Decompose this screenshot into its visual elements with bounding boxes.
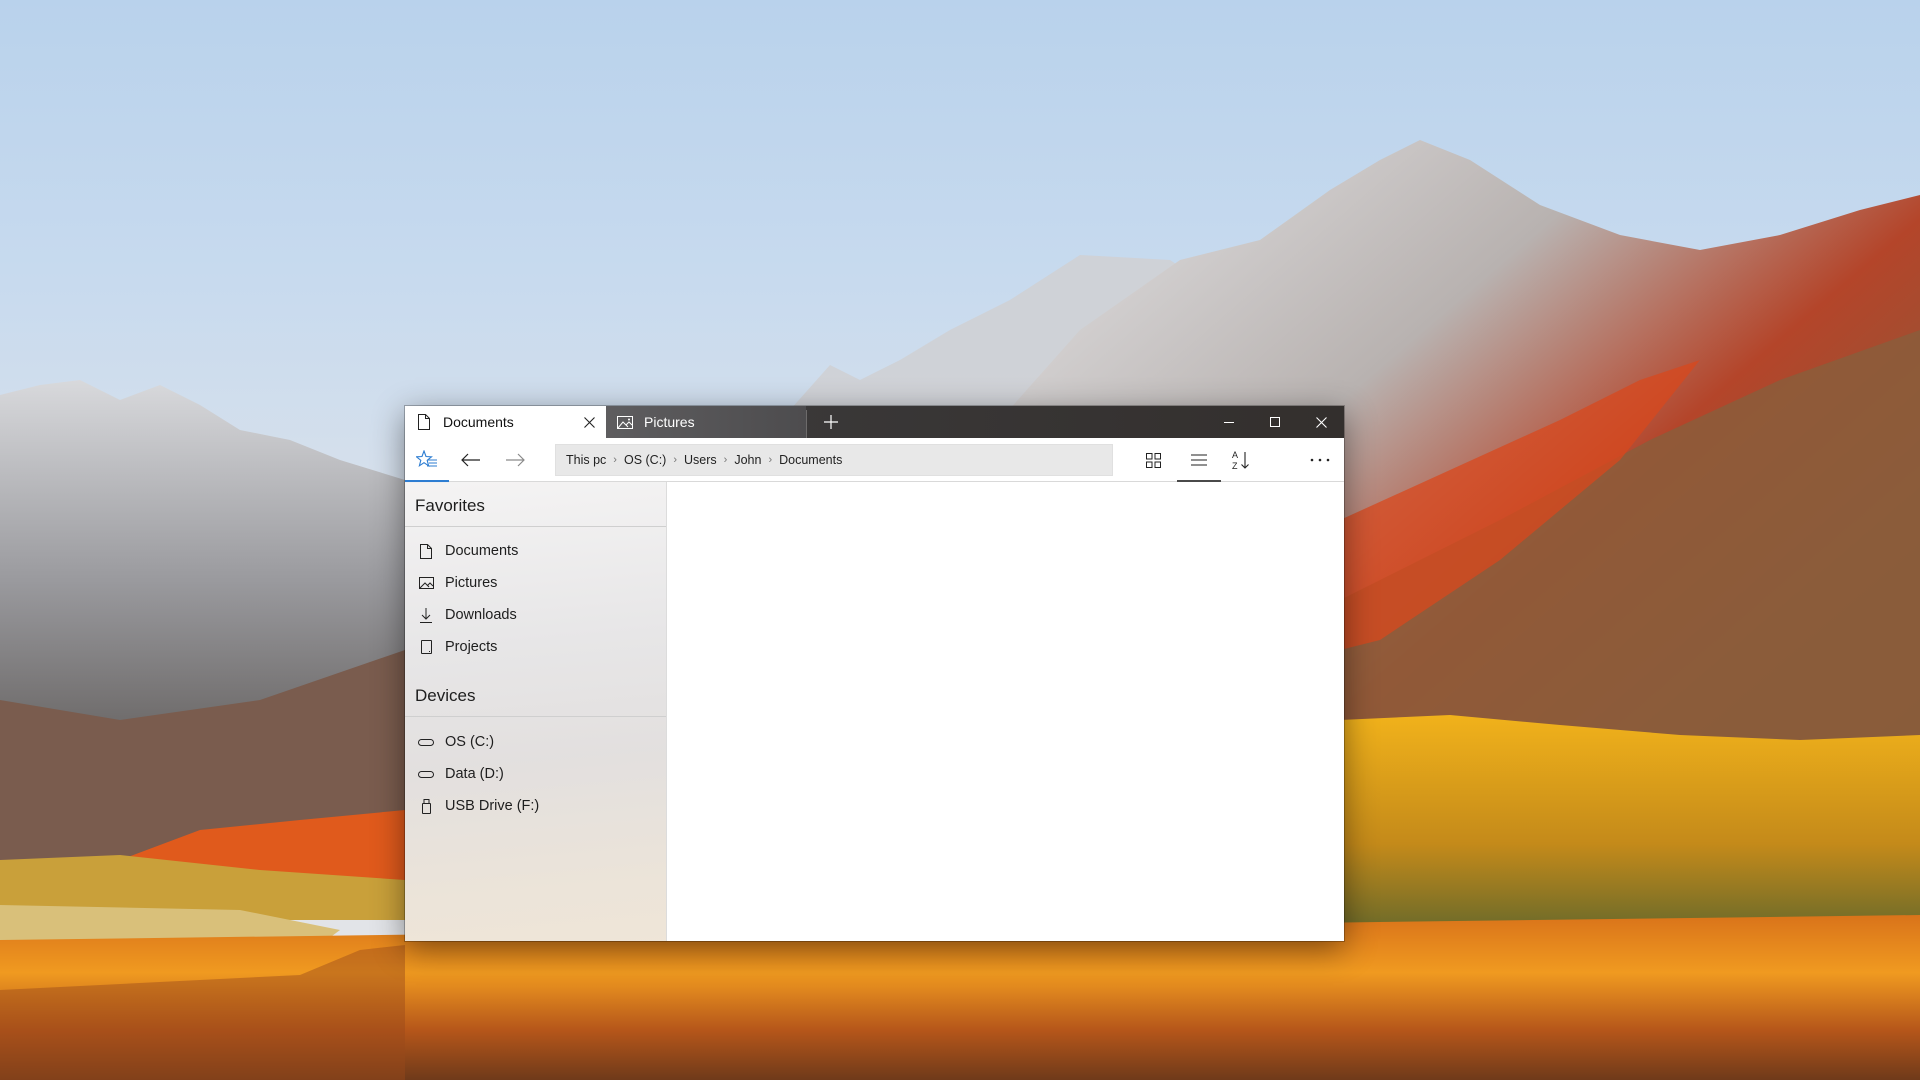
sidebar: Favorites Documents Pictures Downloads P… — [405, 482, 667, 941]
file-explorer-window: Documents Pictures This pc › OS (C:) › U… — [405, 406, 1344, 941]
sidebar-item-documents[interactable]: Documents — [405, 536, 666, 566]
document-icon — [417, 542, 435, 560]
usb-drive-icon — [417, 797, 435, 815]
grid-view-button[interactable] — [1131, 438, 1175, 482]
more-options-button[interactable] — [1298, 438, 1342, 482]
section-header-devices: Devices — [415, 686, 476, 705]
sidebar-item-label: Documents — [445, 543, 519, 559]
divider — [405, 716, 666, 717]
section-header-favorites: Favorites — [415, 496, 485, 515]
back-button[interactable] — [449, 438, 493, 482]
svg-text:Z: Z — [1232, 461, 1238, 471]
breadcrumb[interactable]: This pc › OS (C:) › Users › John › Docum… — [555, 444, 1113, 476]
svg-text:A: A — [1232, 450, 1238, 460]
maximize-button[interactable] — [1252, 406, 1298, 438]
tab-label: Documents — [443, 414, 514, 430]
sidebar-item-usb-f[interactable]: USB Drive (F:) — [405, 791, 666, 821]
sidebar-item-label: USB Drive (F:) — [445, 798, 540, 814]
new-tab-button[interactable] — [815, 406, 847, 438]
download-icon — [417, 606, 435, 624]
sidebar-item-label: OS (C:) — [445, 734, 495, 750]
close-tab-button[interactable] — [580, 413, 598, 431]
close-icon — [583, 416, 595, 428]
close-icon — [1315, 416, 1327, 428]
breadcrumb-item[interactable]: OS (C:) — [624, 453, 666, 467]
sidebar-item-data-d[interactable]: Data (D:) — [405, 759, 666, 789]
chevron-right-icon: › — [723, 454, 728, 466]
close-window-button[interactable] — [1298, 406, 1344, 438]
tab-separator — [806, 410, 807, 438]
sidebar-item-projects[interactable]: Projects — [405, 632, 666, 662]
tab-bar: Documents Pictures — [405, 406, 1344, 438]
plus-icon — [824, 415, 838, 429]
tablet-icon — [417, 638, 435, 656]
star-list-icon — [416, 450, 437, 468]
sort-button[interactable]: A Z — [1219, 438, 1263, 482]
chevron-right-icon: › — [673, 454, 677, 466]
drive-icon — [417, 733, 435, 751]
chevron-right-icon: › — [768, 454, 773, 466]
list-view-icon — [1191, 454, 1207, 466]
picture-icon — [417, 574, 435, 592]
divider — [405, 526, 666, 527]
sidebar-item-label: Downloads — [445, 607, 517, 623]
arrow-right-icon — [506, 453, 525, 467]
arrow-left-icon — [461, 453, 480, 467]
sidebar-item-pictures[interactable]: Pictures — [405, 568, 666, 598]
forward-button[interactable] — [493, 438, 537, 482]
file-list-area[interactable] — [667, 482, 1344, 941]
breadcrumb-item[interactable]: John — [734, 453, 761, 467]
sidebar-item-label: Projects — [445, 639, 498, 655]
sort-az-icon: A Z — [1232, 450, 1249, 471]
toolbar: This pc › OS (C:) › Users › John › Docum… — [405, 438, 1344, 483]
minimize-button[interactable] — [1206, 406, 1252, 438]
favorites-pane-button[interactable] — [405, 438, 449, 483]
sidebar-item-label: Pictures — [445, 575, 498, 591]
sidebar-item-os-c[interactable]: OS (C:) — [405, 727, 666, 757]
sidebar-item-downloads[interactable]: Downloads — [405, 600, 666, 630]
minimize-icon — [1224, 422, 1234, 423]
document-icon — [415, 413, 433, 431]
breadcrumb-item[interactable]: This pc — [566, 453, 606, 467]
list-view-button[interactable] — [1173, 438, 1225, 483]
tab-documents[interactable]: Documents — [405, 406, 606, 438]
tab-label: Pictures — [644, 414, 695, 430]
sidebar-item-label: Data (D:) — [445, 766, 504, 782]
breadcrumb-item[interactable]: Documents — [779, 453, 842, 467]
breadcrumb-item[interactable]: Users — [684, 453, 717, 467]
picture-icon — [616, 413, 634, 431]
chevron-right-icon: › — [613, 454, 617, 466]
maximize-icon — [1270, 417, 1280, 427]
more-icon — [1310, 458, 1330, 462]
drive-icon — [417, 765, 435, 783]
tab-pictures[interactable]: Pictures — [606, 406, 806, 438]
grid-view-icon — [1145, 452, 1161, 468]
